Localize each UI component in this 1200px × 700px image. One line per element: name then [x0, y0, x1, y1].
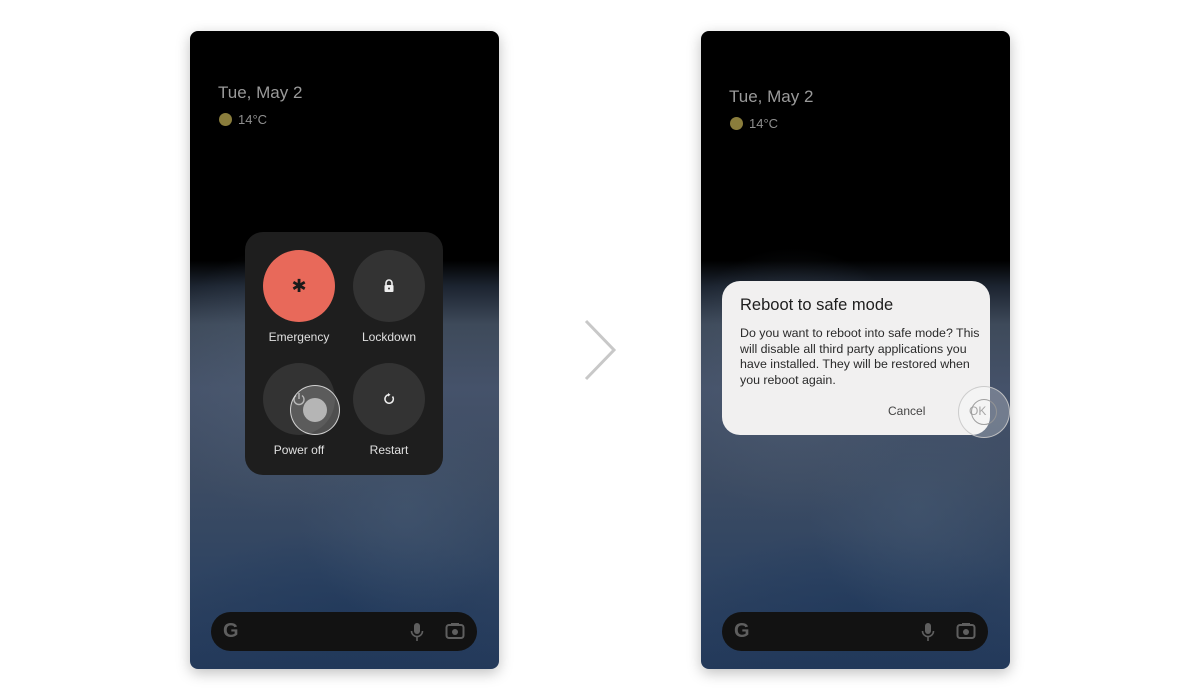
mic-icon[interactable]	[410, 622, 424, 642]
dialog-message: Do you want to reboot into safe mode? Th…	[740, 326, 980, 387]
power-menu: ✱ Emergency Lockdown Power off Restart	[245, 232, 443, 475]
dialog-title: Reboot to safe mode	[740, 296, 894, 314]
restart-button[interactable]: Restart	[353, 363, 425, 457]
phone-screen-safe-mode-dialog: Tue, May 2 14°C Reboot to safe mode Do y…	[701, 31, 1010, 669]
sun-icon	[219, 113, 232, 126]
touch-dot	[303, 398, 327, 422]
temperature: 14°C	[749, 116, 779, 131]
mic-icon[interactable]	[921, 622, 935, 642]
emergency-circle[interactable]: ✱	[263, 250, 335, 322]
lockscreen-date: Tue, May 2	[729, 87, 814, 106]
google-search-bar[interactable]: G	[211, 612, 477, 651]
sun-icon	[730, 117, 743, 130]
safe-mode-dialog: Reboot to safe mode Do you want to reboo…	[722, 281, 1010, 438]
google-logo-icon: G	[734, 620, 750, 642]
touch-dot	[971, 399, 997, 425]
power-off-label: Power off	[273, 443, 325, 457]
lock-icon	[384, 279, 394, 292]
lockdown-button[interactable]: Lockdown	[353, 250, 425, 344]
lockdown-label: Lockdown	[361, 330, 417, 344]
emergency-label: Emergency	[268, 330, 330, 344]
touch-indicator	[290, 385, 340, 435]
chevron-right-icon	[584, 319, 617, 381]
temperature: 14°C	[238, 112, 268, 127]
weather-widget: 14°C	[730, 116, 778, 131]
lockscreen-date: Tue, May 2	[218, 83, 303, 102]
google-logo-icon: G	[223, 620, 239, 642]
emergency-button[interactable]: ✱ Emergency	[263, 250, 335, 344]
lockdown-circle[interactable]	[353, 250, 425, 322]
restart-icon	[384, 393, 395, 404]
google-search-bar[interactable]: G	[722, 612, 988, 651]
phone-screen-power-menu: Tue, May 2 14°C ✱ Emergency Lockdown Pow…	[190, 31, 499, 669]
asterisk-icon: ✱	[291, 275, 307, 296]
camera-lens-icon[interactable]	[956, 622, 976, 640]
camera-lens-icon[interactable]	[445, 622, 465, 640]
restart-circle[interactable]	[353, 363, 425, 435]
weather-widget: 14°C	[219, 112, 267, 127]
restart-label: Restart	[369, 443, 409, 457]
cancel-button[interactable]: Cancel	[888, 404, 925, 418]
